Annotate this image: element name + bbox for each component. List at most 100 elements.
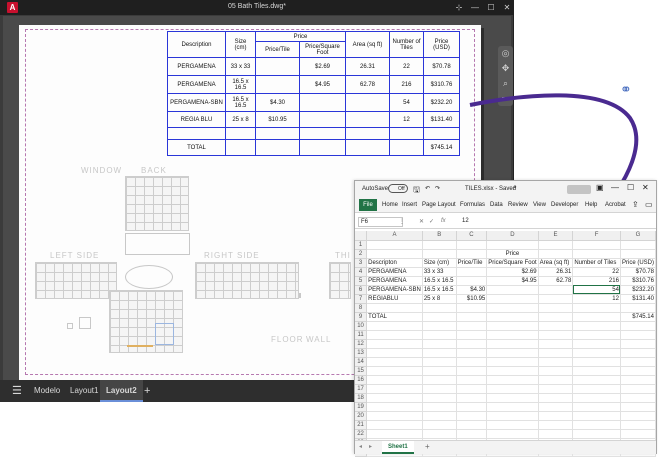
- cell[interactable]: [572, 321, 621, 331]
- cell[interactable]: [366, 420, 423, 430]
- cell[interactable]: [486, 330, 539, 340]
- column-header[interactable]: A: [366, 231, 423, 241]
- cell[interactable]: [538, 249, 574, 259]
- cell[interactable]: [422, 330, 457, 340]
- cell[interactable]: [486, 303, 539, 313]
- row-header[interactable]: 4: [355, 267, 368, 277]
- cell[interactable]: [538, 375, 574, 385]
- cell[interactable]: [366, 303, 423, 313]
- cell[interactable]: [538, 384, 574, 394]
- cell[interactable]: [620, 366, 657, 376]
- close-icon[interactable]: ✕: [500, 1, 514, 14]
- cell[interactable]: [366, 384, 423, 394]
- pan-icon[interactable]: ✥: [498, 61, 513, 76]
- row-header[interactable]: 2: [355, 249, 368, 259]
- cell[interactable]: [620, 357, 657, 367]
- cell[interactable]: 26.31: [538, 267, 574, 277]
- cell[interactable]: PERGAMENA: [366, 276, 423, 286]
- next-sheet-icon[interactable]: ▸: [369, 443, 372, 450]
- name-box-dropdown-icon[interactable]: ⋮: [399, 218, 405, 225]
- row-header[interactable]: 19: [355, 402, 368, 412]
- cell[interactable]: [366, 339, 423, 349]
- cell[interactable]: [366, 366, 423, 376]
- tab-view[interactable]: View: [533, 202, 546, 208]
- cell[interactable]: [538, 339, 574, 349]
- cell[interactable]: [572, 303, 621, 313]
- cell[interactable]: Price: [486, 249, 539, 259]
- cell[interactable]: Price/Tile: [456, 258, 488, 268]
- cell[interactable]: [620, 348, 657, 358]
- row-header[interactable]: 17: [355, 384, 368, 394]
- formula-input[interactable]: 12: [462, 218, 469, 224]
- tab-layout1[interactable]: Layout1: [64, 380, 104, 402]
- cell[interactable]: [620, 249, 657, 259]
- cell[interactable]: [422, 375, 457, 385]
- cell[interactable]: [572, 393, 621, 403]
- cell[interactable]: [486, 321, 539, 331]
- cell[interactable]: [422, 393, 457, 403]
- column-header[interactable]: G: [620, 231, 657, 241]
- select-all-corner[interactable]: [355, 231, 368, 241]
- cell[interactable]: [620, 384, 657, 394]
- cell[interactable]: 22: [572, 267, 621, 277]
- column-header[interactable]: C: [456, 231, 488, 241]
- row-header[interactable]: 21: [355, 420, 368, 430]
- cell[interactable]: [620, 420, 657, 430]
- cell[interactable]: Price (USD): [620, 258, 657, 268]
- cell[interactable]: TOTAL: [366, 312, 423, 322]
- cell[interactable]: [572, 330, 621, 340]
- save-icon[interactable]: 🖫: [413, 184, 420, 198]
- row-header[interactable]: 3: [355, 258, 368, 268]
- cell[interactable]: [456, 339, 488, 349]
- cell[interactable]: 33 x 33: [422, 267, 457, 277]
- cell[interactable]: [538, 348, 574, 358]
- cell[interactable]: [572, 384, 621, 394]
- cell[interactable]: Price/Square Foot: [486, 258, 539, 268]
- cell[interactable]: [456, 321, 488, 331]
- cell[interactable]: [456, 267, 488, 277]
- cell[interactable]: [456, 357, 488, 367]
- cell[interactable]: [422, 420, 457, 430]
- cell[interactable]: 216: [572, 276, 621, 286]
- comments-icon[interactable]: ▭: [645, 200, 653, 209]
- cell[interactable]: [366, 330, 423, 340]
- tab-layout2[interactable]: Layout2: [100, 380, 143, 402]
- cell[interactable]: $131.40: [620, 294, 657, 304]
- cell[interactable]: [620, 339, 657, 349]
- cell[interactable]: [366, 402, 423, 412]
- cell[interactable]: [422, 357, 457, 367]
- cell[interactable]: [486, 411, 539, 421]
- tab-developer[interactable]: Developer: [551, 202, 578, 208]
- cell[interactable]: 16.5 x 16.5: [422, 276, 457, 286]
- cell[interactable]: [366, 357, 423, 367]
- cell[interactable]: [538, 366, 574, 376]
- cell[interactable]: [486, 312, 539, 322]
- cell[interactable]: [456, 312, 488, 322]
- cell[interactable]: [620, 321, 657, 331]
- cell[interactable]: [366, 249, 423, 259]
- close-icon[interactable]: ✕: [642, 183, 649, 192]
- cell[interactable]: [538, 357, 574, 367]
- cell[interactable]: [486, 357, 539, 367]
- enter-icon[interactable]: ✓: [429, 218, 434, 225]
- cell[interactable]: [572, 249, 621, 259]
- cell[interactable]: $2.69: [486, 267, 539, 277]
- tab-sheet1[interactable]: Sheet1: [382, 441, 414, 454]
- cancel-icon[interactable]: ✕: [419, 218, 424, 225]
- cell[interactable]: [538, 402, 574, 412]
- autosave-toggle[interactable]: Off: [388, 184, 408, 193]
- cell[interactable]: [422, 303, 457, 313]
- search-icon[interactable]: ⌕: [513, 184, 517, 192]
- cell[interactable]: [456, 366, 488, 376]
- share-icon[interactable]: ⇪: [632, 200, 639, 209]
- row-header[interactable]: 16: [355, 375, 368, 385]
- cell[interactable]: [620, 429, 657, 439]
- redo-icon[interactable]: ↷: [435, 185, 440, 192]
- undo-icon[interactable]: ↶: [425, 185, 430, 192]
- row-header[interactable]: 12: [355, 339, 368, 349]
- column-header[interactable]: D: [486, 231, 539, 241]
- row-header[interactable]: 18: [355, 393, 368, 403]
- cell[interactable]: [366, 348, 423, 358]
- cell[interactable]: $4.30: [456, 285, 488, 295]
- cell[interactable]: [422, 249, 457, 259]
